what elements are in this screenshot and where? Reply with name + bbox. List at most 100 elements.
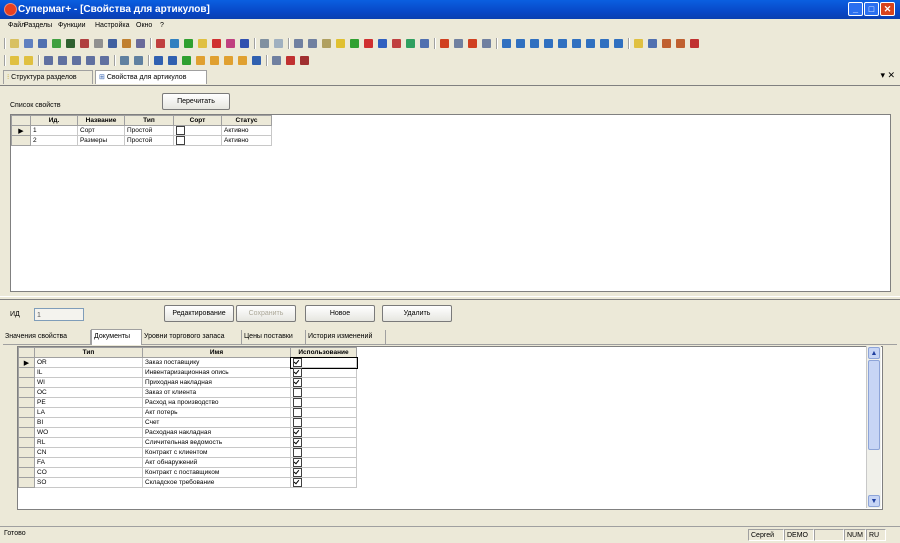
cell-type[interactable]: LA — [34, 407, 143, 418]
table-row[interactable]: SO Складское требование — [18, 477, 357, 488]
table-row[interactable]: WO Расходная накладная — [18, 427, 357, 438]
toolbar-icon[interactable] — [586, 39, 595, 48]
column-header-status[interactable]: Статус — [221, 115, 272, 126]
menu-settings[interactable]: Настройка — [95, 22, 129, 29]
tab-structure[interactable]: ⁝ Структура разделов — [3, 70, 93, 84]
usage-checkbox[interactable] — [293, 388, 302, 397]
table-row[interactable]: CO Контракт с поставщиком — [18, 467, 357, 478]
toolbar-icon[interactable] — [662, 39, 671, 48]
cell-id[interactable]: 2 — [30, 135, 78, 146]
cell-name[interactable]: Сличительная ведомость — [142, 437, 291, 448]
scroll-down-arrow-icon[interactable]: ▼ — [868, 495, 880, 507]
toolbar-icon[interactable] — [406, 39, 415, 48]
id-field[interactable]: 1 — [34, 308, 84, 321]
cell-name[interactable]: Акт обнаружений — [142, 457, 291, 468]
toolbar-icon[interactable] — [274, 39, 283, 48]
sort-checkbox[interactable] — [176, 126, 185, 135]
toolbar-icon[interactable] — [156, 39, 165, 48]
toolbar-icon[interactable] — [558, 39, 567, 48]
cell-type[interactable]: CO — [34, 467, 143, 478]
cell-name[interactable]: Контракт с клиентом — [142, 447, 291, 458]
usage-checkbox[interactable] — [293, 378, 302, 387]
cell-usage[interactable] — [290, 447, 357, 458]
toolbar-icon[interactable] — [614, 39, 623, 48]
toolbar-icon[interactable] — [134, 56, 143, 65]
cell-name[interactable]: Заказ поставщику — [142, 357, 291, 368]
minimize-button[interactable]: _ — [848, 2, 863, 16]
toolbar-icon[interactable] — [38, 39, 47, 48]
menu-help[interactable]: ? — [160, 22, 164, 29]
toolbar-icon[interactable] — [24, 39, 33, 48]
sort-checkbox[interactable] — [176, 136, 185, 145]
cell-status[interactable]: Активно — [221, 135, 272, 146]
table-row[interactable]: BI Счет — [18, 417, 357, 428]
cell-type[interactable]: PE — [34, 397, 143, 408]
toolbar-icon[interactable] — [154, 56, 163, 65]
toolbar-icon[interactable] — [690, 39, 699, 48]
cell-name[interactable]: Приходная накладная — [142, 377, 291, 388]
toolbar-icon[interactable] — [58, 56, 67, 65]
cell-usage[interactable] — [290, 427, 357, 438]
toolbar-icon[interactable] — [52, 39, 61, 48]
usage-checkbox[interactable] — [293, 458, 302, 467]
toolbar-icon[interactable] — [544, 39, 553, 48]
toolbar-icon[interactable] — [44, 56, 53, 65]
cell-usage[interactable] — [290, 387, 357, 398]
toolbar-icon[interactable] — [392, 39, 401, 48]
tab-documents[interactable]: Документы — [91, 329, 142, 345]
table-row[interactable]: ▶ 1 Сорт Простой Активно — [11, 125, 272, 136]
toolbar-icon[interactable] — [66, 39, 75, 48]
toolbar-icon[interactable] — [224, 56, 233, 65]
cell-usage[interactable] — [290, 397, 357, 408]
toolbar-icon[interactable] — [184, 39, 193, 48]
toolbar-icon[interactable] — [634, 39, 643, 48]
toolbar-icon[interactable] — [252, 56, 261, 65]
table-row[interactable]: FA Акт обнаружений — [18, 457, 357, 468]
toolbar-icon[interactable] — [212, 39, 221, 48]
menu-sections[interactable]: Разделы — [24, 22, 52, 29]
usage-checkbox[interactable] — [293, 448, 302, 457]
usage-checkbox[interactable] — [293, 468, 302, 477]
toolbar-icon[interactable] — [336, 39, 345, 48]
close-button[interactable]: ✕ — [880, 2, 895, 16]
usage-checkbox[interactable] — [293, 438, 302, 447]
toolbar-icon[interactable] — [122, 39, 131, 48]
delete-button[interactable]: Удалить — [382, 305, 452, 322]
cell-name[interactable]: Сорт — [77, 125, 125, 136]
toolbar-icon[interactable] — [80, 39, 89, 48]
cell-usage[interactable] — [290, 477, 357, 488]
cell-status[interactable]: Активно — [221, 125, 272, 136]
cell-type[interactable]: FA — [34, 457, 143, 468]
toolbar-icon[interactable] — [210, 56, 219, 65]
cell-usage[interactable] — [290, 377, 357, 388]
usage-checkbox[interactable] — [293, 478, 302, 487]
cell-type[interactable]: WO — [34, 427, 143, 438]
cell-type[interactable]: SO — [34, 477, 143, 488]
toolbar-icon[interactable] — [120, 56, 129, 65]
toolbar-icon[interactable] — [350, 39, 359, 48]
properties-grid[interactable]: Ид. Название Тип Сорт Статус ▶ 1 Сорт Пр… — [10, 114, 891, 292]
tab-property-values[interactable]: Значения свойства — [3, 330, 91, 344]
toolbar-icon[interactable] — [170, 39, 179, 48]
cell-name[interactable]: Расход на производство — [142, 397, 291, 408]
cell-usage[interactable] — [290, 417, 357, 428]
toolbar-icon[interactable] — [530, 39, 539, 48]
tab-supply-prices[interactable]: Цены поставки — [242, 330, 306, 344]
toolbar-icon[interactable] — [294, 39, 303, 48]
toolbar-icon[interactable] — [308, 39, 317, 48]
cell-name[interactable]: Контракт с поставщиком — [142, 467, 291, 478]
cell-name[interactable]: Размеры — [77, 135, 125, 146]
cell-type[interactable]: OC — [34, 387, 143, 398]
toolbar-icon[interactable] — [94, 39, 103, 48]
cell-name[interactable]: Акт потерь — [142, 407, 291, 418]
usage-checkbox[interactable] — [293, 358, 302, 367]
edit-button[interactable]: Редактирование — [164, 305, 234, 322]
toolbar-icon[interactable] — [168, 56, 177, 65]
toolbar-icon[interactable] — [516, 39, 525, 48]
cell-name[interactable]: Счет — [142, 417, 291, 428]
toolbar-icon[interactable] — [136, 39, 145, 48]
menu-file[interactable]: Файл — [8, 22, 25, 29]
usage-checkbox[interactable] — [293, 408, 302, 417]
save-button[interactable]: Сохранить — [236, 305, 296, 322]
toolbar-icon[interactable] — [648, 39, 657, 48]
